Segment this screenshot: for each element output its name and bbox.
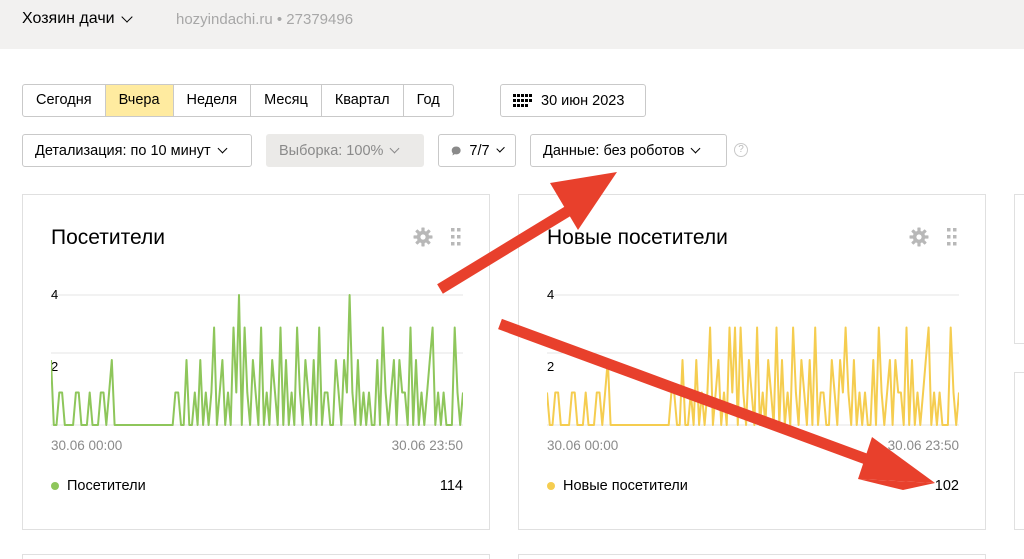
widget-total: 102 <box>934 478 959 494</box>
detail-dropdown[interactable]: Детализация: по 10 минут <box>22 134 252 167</box>
sample-label: Выборка: 100% <box>279 142 384 159</box>
visitors-widget: Посетители 4 2 30.06 00:00 30.06 23:50 П… <box>22 194 490 530</box>
period-month-button[interactable]: Месяц <box>251 85 322 116</box>
chevron-down-icon <box>690 143 701 154</box>
chevron-down-icon <box>495 144 505 153</box>
site-name: Хозяин дачи <box>22 10 115 27</box>
drag-handle-icon[interactable] <box>947 228 957 246</box>
series-layer <box>51 294 463 426</box>
series-line <box>51 294 463 426</box>
period-week-button[interactable]: Неделя <box>174 85 252 116</box>
x-tick-label: 30.06 23:50 <box>392 438 463 453</box>
series-layer <box>547 326 959 426</box>
date-label: 30 июн 2023 <box>541 92 625 109</box>
period-quarter-button[interactable]: Квартал <box>322 85 404 116</box>
chevron-down-icon <box>217 143 228 154</box>
x-tick-label: 30.06 00:00 <box>547 438 618 453</box>
widget-title: Новые посетители <box>547 226 728 249</box>
legend-dot <box>51 482 59 490</box>
segments-label: 7/7 <box>469 142 490 159</box>
segment-bubble-icon <box>451 146 461 155</box>
gear-icon[interactable] <box>413 227 433 247</box>
partial-widget <box>1014 194 1024 344</box>
period-selector: Сегодня Вчера Неделя Месяц Квартал Год <box>22 84 454 117</box>
period-yesterday-button[interactable]: Вчера <box>105 85 174 116</box>
new-visitors-widget: Новые посетители 4 2 30.06 00:00 30.06 2 <box>518 194 986 530</box>
calendar-grid-icon <box>513 93 532 107</box>
y-tick-label: 2 <box>547 359 554 374</box>
period-year-button[interactable]: Год <box>404 85 453 116</box>
period-today-button[interactable]: Сегодня <box>23 85 106 116</box>
data-filter-label: Данные: без роботов <box>543 142 685 159</box>
partial-widget <box>22 554 490 559</box>
x-tick-label: 30.06 00:00 <box>51 438 122 453</box>
partial-widget <box>518 554 986 559</box>
site-selector[interactable]: Хозяин дачи <box>22 10 133 28</box>
x-tick-label: 30.06 23:50 <box>888 438 959 453</box>
data-filter-dropdown[interactable]: Данные: без роботов <box>530 134 727 167</box>
date-picker-button[interactable]: 30 июн 2023 <box>500 84 646 117</box>
chart-legend[interactable]: Посетители <box>51 478 146 494</box>
legend-label: Новые посетители <box>563 478 688 494</box>
widget-title: Посетители <box>51 226 165 249</box>
segments-dropdown[interactable]: 7/7 <box>438 134 516 167</box>
detail-label: Детализация: по 10 минут <box>35 142 211 159</box>
help-icon[interactable]: ? <box>734 143 748 157</box>
sample-dropdown[interactable]: Выборка: 100% <box>266 134 424 167</box>
gear-icon[interactable] <box>909 227 929 247</box>
widget-total: 114 <box>439 478 463 494</box>
site-meta: hozyindachi.ru • 27379496 <box>176 11 354 28</box>
chart-legend[interactable]: Новые посетители <box>547 478 688 494</box>
y-tick-label: 4 <box>547 287 554 302</box>
legend-dot <box>547 482 555 490</box>
series-line <box>547 326 959 426</box>
new-visitors-chart[interactable]: 4 2 30.06 00:00 30.06 23:50 <box>547 279 959 459</box>
drag-handle-icon[interactable] <box>451 228 461 246</box>
top-bar: Хозяин дачи hozyindachi.ru • 27379496 <box>0 0 1024 49</box>
visitors-chart[interactable]: 4 2 30.06 00:00 30.06 23:50 <box>51 279 463 459</box>
chevron-down-icon <box>389 143 400 154</box>
y-tick-label: 4 <box>51 287 58 302</box>
chevron-down-icon <box>120 10 133 23</box>
legend-label: Посетители <box>67 478 146 494</box>
partial-widget <box>1014 372 1024 530</box>
